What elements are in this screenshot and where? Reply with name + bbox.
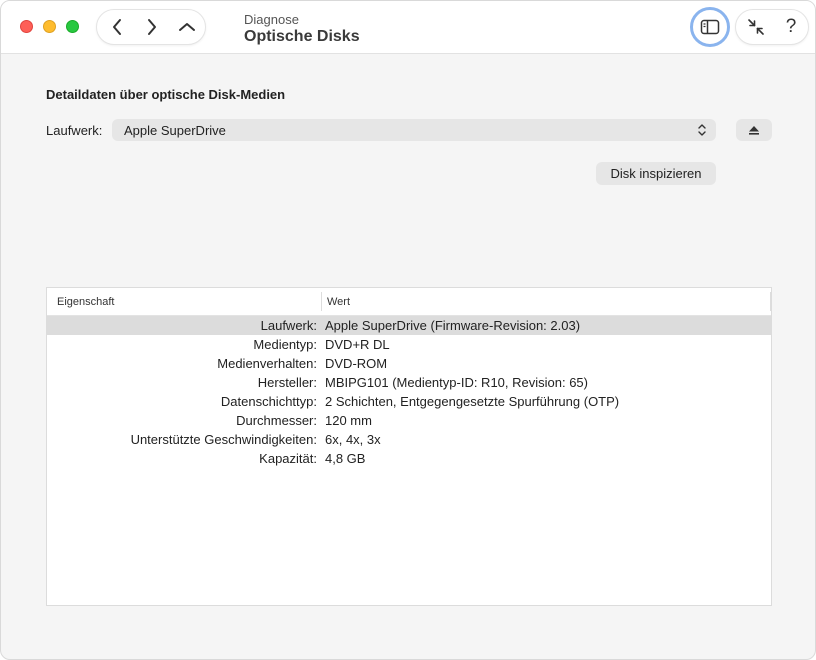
minimize-window-button[interactable] xyxy=(43,20,56,33)
table-row[interactable]: Medientyp: DVD+R DL xyxy=(47,335,771,354)
table-row[interactable]: Unterstützte Geschwindigkeiten: 6x, 4x, … xyxy=(47,430,771,449)
table-row[interactable]: Hersteller: MBIPG101 (Medientyp-ID: R10,… xyxy=(47,373,771,392)
section-heading: Detaildaten über optische Disk-Medien xyxy=(46,87,286,102)
property-value: 2 Schichten, Entgegengesetzte Spurführun… xyxy=(325,394,620,409)
property-value: Apple SuperDrive (Firmware-Revision: 2.0… xyxy=(325,318,581,333)
help-button[interactable]: ? xyxy=(774,10,808,44)
forward-button[interactable] xyxy=(134,10,170,44)
property-name: Laufwerk: xyxy=(260,318,317,333)
app-window: Diagnose Optische Disks ? Detaildaten üb… xyxy=(0,0,816,660)
column-header-property[interactable]: Eigenschaft xyxy=(57,296,114,308)
property-value: 6x, 4x, 3x xyxy=(325,432,381,447)
toolbar-right-group: ? xyxy=(735,9,809,45)
drive-select[interactable]: Apple SuperDrive xyxy=(112,119,716,141)
property-value: 120 mm xyxy=(325,413,372,428)
property-name: Medientyp: xyxy=(253,337,317,352)
sidebar-icon xyxy=(700,19,720,35)
property-name: Kapazität: xyxy=(259,451,317,466)
property-name: Medienverhalten: xyxy=(217,356,317,371)
column-divider xyxy=(770,292,771,311)
property-value: 4,8 GB xyxy=(325,451,366,466)
arrows-inward-icon xyxy=(748,19,764,35)
back-button[interactable] xyxy=(99,10,135,44)
property-value: DVD+R DL xyxy=(325,337,390,352)
shrink-window-button[interactable] xyxy=(739,10,773,44)
window-subtitle: Diagnose xyxy=(244,12,299,27)
column-divider[interactable] xyxy=(321,292,322,311)
table-row[interactable]: Durchmesser: 120 mm xyxy=(47,411,771,430)
table-row[interactable]: Kapazität: 4,8 GB xyxy=(47,449,771,468)
table-row[interactable]: Laufwerk: Apple SuperDrive (Firmware-Rev… xyxy=(47,316,771,335)
properties-table: Eigenschaft Wert Laufwerk: Apple SuperDr… xyxy=(46,287,772,606)
property-name: Durchmesser: xyxy=(236,413,317,428)
navigation-group xyxy=(96,9,206,45)
table-rows: Laufwerk: Apple SuperDrive (Firmware-Rev… xyxy=(47,316,771,468)
property-name: Hersteller: xyxy=(257,375,317,390)
column-header-value[interactable]: Wert xyxy=(327,296,350,308)
property-value: DVD-ROM xyxy=(325,356,388,371)
drive-select-value: Apple SuperDrive xyxy=(124,123,226,138)
close-window-button[interactable] xyxy=(20,20,33,33)
property-name: Datenschichttyp: xyxy=(220,394,317,409)
table-row[interactable]: Medienverhalten: DVD-ROM xyxy=(47,354,771,373)
table-header: Eigenschaft Wert xyxy=(47,288,771,316)
property-value: MBIPG101 (Medientyp-ID: R10, Revision: 6… xyxy=(325,375,588,390)
toggle-sidebar-button[interactable] xyxy=(690,7,730,47)
eject-icon xyxy=(749,125,759,135)
chevron-right-icon xyxy=(148,19,156,35)
chevron-updown-icon xyxy=(698,124,706,136)
maximize-window-button[interactable] xyxy=(66,20,79,33)
chevron-left-icon xyxy=(113,19,121,35)
up-button[interactable] xyxy=(169,10,205,44)
chevron-up-icon xyxy=(179,23,195,31)
eject-button[interactable] xyxy=(736,119,772,141)
inspect-disk-button[interactable]: Disk inspizieren xyxy=(596,162,716,185)
table-row[interactable]: Datenschichttyp: 2 Schichten, Entgegenge… xyxy=(47,392,771,411)
property-name: Unterstützte Geschwindigkeiten: xyxy=(130,432,317,447)
drive-label: Laufwerk: xyxy=(46,123,103,138)
window-title: Optische Disks xyxy=(244,28,360,45)
toolbar: Diagnose Optische Disks ? xyxy=(1,1,815,54)
